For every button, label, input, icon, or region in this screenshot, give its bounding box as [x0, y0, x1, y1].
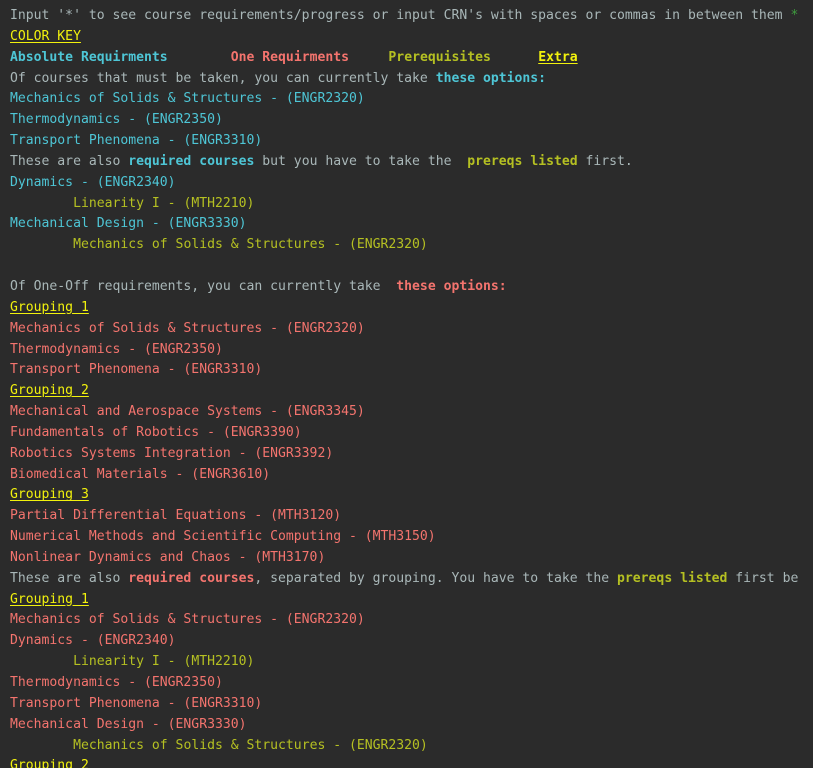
course-label: Mechanics of Solids & Structures - (ENGR… [10, 91, 365, 107]
grouping-label: Grouping 1 [10, 299, 89, 315]
course-label: Transport Phenomena - (ENGR3310) [10, 695, 263, 711]
prompt-instruction: Input '*' to see course requirements/pro… [10, 8, 791, 23]
course-label: Mechanical Design - (ENGR3330) [10, 216, 247, 232]
course-label: Thermodynamics - (ENGR2350) [10, 112, 223, 128]
color-key-title: COLOR KEY [10, 28, 81, 44]
legend-prerequisites: Prerequisites [388, 49, 491, 65]
note-required-courses: required courses [128, 570, 255, 586]
grouping-header-line: Grouping 2 [10, 381, 813, 402]
grouping-header-line: Grouping 2 [10, 756, 813, 768]
course-line: Thermodynamics - (ENGR2350) [10, 340, 813, 361]
oneoff-heading-text: Of One-Off requirements, you can current… [10, 278, 397, 294]
prereq-label: Linearity I - (MTH2210) [73, 195, 255, 211]
legend-extra: Extra [538, 49, 578, 65]
course-label: Dynamics - (ENGR2340) [10, 633, 176, 649]
prereq-label: Mechanics of Solids & Structures - (ENGR… [73, 737, 428, 753]
grouping-label: Grouping 3 [10, 487, 89, 503]
course-label: Mechanics of Solids & Structures - (ENGR… [10, 612, 365, 628]
absolute-heading-emphasis: these options: [435, 70, 547, 86]
note-text: These are also [10, 570, 129, 586]
course-line: Dynamics - (ENGR2340) [10, 173, 813, 194]
color-key-title-line: COLOR KEY [10, 27, 813, 48]
course-label: Mechanical Design - (ENGR3330) [10, 716, 247, 732]
course-line: Robotics Systems Integration - (ENGR3392… [10, 444, 813, 465]
course-label: Nonlinear Dynamics and Chaos - (MTH3170) [10, 549, 326, 565]
course-label: Thermodynamics - (ENGR2350) [10, 675, 223, 690]
grouping-label: Grouping 2 [10, 383, 89, 399]
note-text: , separated by grouping. You have to tak… [254, 570, 618, 586]
grouping-label: Grouping 1 [10, 591, 89, 607]
prereq-line: Mechanics of Solids & Structures - (ENGR… [10, 736, 813, 757]
course-label: Mechanics of Solids & Structures - (ENGR… [10, 320, 365, 336]
course-label: Partial Differential Equations - (MTH312… [10, 508, 342, 524]
course-line: Transport Phenomena - (ENGR3310) [10, 360, 813, 381]
note-text: but you have to take the [254, 153, 468, 169]
legend-absolute-requirements: Absolute Requirments [10, 49, 168, 65]
grouping-header-line: Grouping 1 [10, 298, 813, 319]
course-line: Transport Phenomena - (ENGR3310) [10, 694, 813, 715]
prereq-line: Linearity I - (MTH2210) [10, 194, 813, 215]
course-label: Mechanical and Aerospace Systems - (ENGR… [10, 404, 365, 420]
legend-one-requirements: One Requirments [230, 49, 349, 65]
prereq-label: Mechanics of Solids & Structures - (ENGR… [73, 237, 428, 253]
note-text: first. [577, 153, 633, 169]
course-line: Transport Phenomena - (ENGR3310) [10, 131, 813, 152]
course-line: Partial Differential Equations - (MTH312… [10, 506, 813, 527]
course-line: Mechanics of Solids & Structures - (ENGR… [10, 89, 813, 110]
grouping-header-line: Grouping 3 [10, 485, 813, 506]
course-label: Transport Phenomena - (ENGR3310) [10, 362, 263, 378]
course-label: Biomedical Materials - (ENGR3610) [10, 466, 271, 482]
course-label: Robotics Systems Integration - (ENGR3392… [10, 445, 334, 461]
course-label: Thermodynamics - (ENGR2350) [10, 341, 223, 357]
oneoff-heading-line: Of One-Off requirements, you can current… [10, 277, 813, 298]
oneoff-note-line: These are also required courses, separat… [10, 569, 813, 590]
color-key-legend: Absolute Requirments One Requirments Pre… [10, 48, 813, 69]
prompt-input-echo[interactable]: * [790, 8, 798, 23]
prompt-line: Input '*' to see course requirements/pro… [10, 6, 813, 27]
course-line: Mechanical Design - (ENGR3330) [10, 715, 813, 736]
course-label: Dynamics - (ENGR2340) [10, 174, 176, 190]
grouping-header-line: Grouping 1 [10, 590, 813, 611]
absolute-heading-line: Of courses that must be taken, you can c… [10, 69, 813, 90]
course-line: Mechanics of Solids & Structures - (ENGR… [10, 610, 813, 631]
note-prereqs-listed: prereqs listed [467, 153, 578, 169]
oneoff-heading-emphasis: these options: [396, 278, 507, 294]
course-line: Dynamics - (ENGR2340) [10, 631, 813, 652]
note-text: first be [727, 570, 799, 586]
grouping-label: Grouping 2 [10, 758, 89, 768]
note-text: These are also [10, 153, 129, 169]
course-label: Transport Phenomena - (ENGR3310) [10, 133, 263, 149]
absolute-note-line: These are also required courses but you … [10, 152, 813, 173]
prereq-label: Linearity I - (MTH2210) [73, 654, 255, 670]
course-line: Mechanical and Aerospace Systems - (ENGR… [10, 402, 813, 423]
course-line: Numerical Methods and Scientific Computi… [10, 527, 813, 548]
course-label: Fundamentals of Robotics - (ENGR3390) [10, 424, 302, 440]
course-line: Thermodynamics - (ENGR2350) [10, 673, 813, 694]
course-line: Biomedical Materials - (ENGR3610) [10, 465, 813, 486]
course-line: Fundamentals of Robotics - (ENGR3390) [10, 423, 813, 444]
note-required-courses: required courses [128, 153, 255, 169]
terminal-output[interactable]: Input '*' to see course requirements/pro… [0, 0, 813, 768]
course-line: Nonlinear Dynamics and Chaos - (MTH3170) [10, 548, 813, 569]
prereq-line: Mechanics of Solids & Structures - (ENGR… [10, 235, 813, 256]
note-prereqs-listed: prereqs listed [617, 570, 728, 586]
course-label: Numerical Methods and Scientific Computi… [10, 529, 436, 545]
absolute-heading-text: Of courses that must be taken, you can c… [10, 70, 436, 86]
prereq-line: Linearity I - (MTH2210) [10, 652, 813, 673]
course-line: Thermodynamics - (ENGR2350) [10, 110, 813, 131]
course-line: Mechanical Design - (ENGR3330) [10, 214, 813, 235]
course-line: Mechanics of Solids & Structures - (ENGR… [10, 319, 813, 340]
